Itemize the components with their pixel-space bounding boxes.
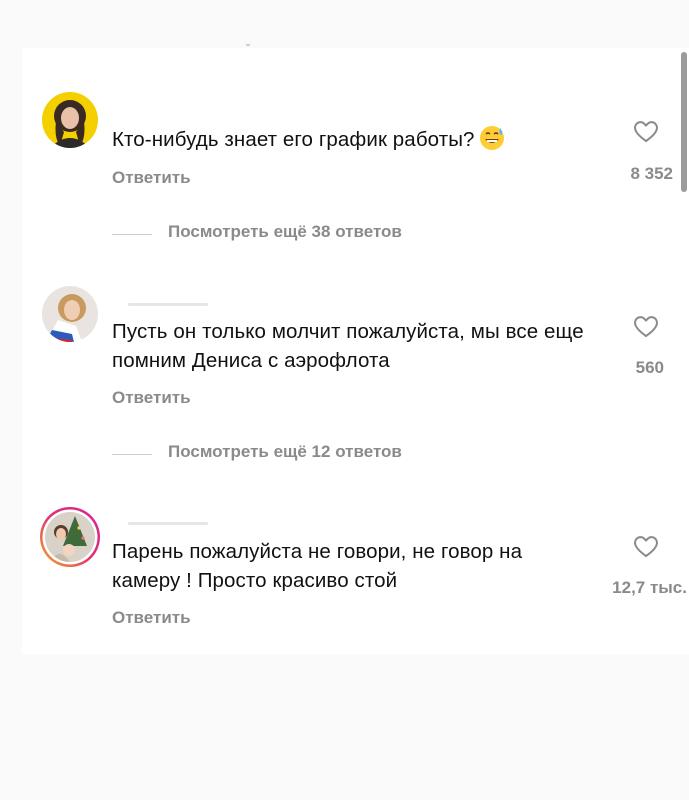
- like-count: 8 352: [630, 164, 673, 183]
- divider-line: [112, 454, 152, 455]
- heart-outline-icon[interactable]: [632, 313, 660, 339]
- scrollbar[interactable]: [681, 52, 687, 192]
- username-placeholder: [128, 303, 208, 306]
- username-placeholder: [128, 522, 208, 525]
- avatar-with-story-ring[interactable]: [39, 506, 101, 568]
- avatar[interactable]: [42, 92, 98, 148]
- view-more-replies-label: Посмотреть ещё 12 ответов: [168, 442, 402, 461]
- like-count: 560: [635, 358, 664, 377]
- reply-button[interactable]: Ответить: [112, 608, 191, 628]
- grinning-sweat-emoji-icon: [479, 125, 505, 151]
- heart-outline-icon[interactable]: [632, 118, 660, 144]
- comment-text: Парень пожалуйста не говори, не говор на…: [112, 540, 523, 592]
- like-count: 12,7 тыс.: [612, 578, 687, 597]
- comment-text: Пусть он только молчит пожалуйста, мы вс…: [112, 320, 584, 372]
- view-more-replies-label: Посмотреть ещё 38 ответов: [168, 222, 402, 241]
- avatar[interactable]: [42, 286, 98, 342]
- reply-button[interactable]: Ответить: [112, 388, 191, 408]
- divider: [246, 44, 250, 46]
- reply-button[interactable]: Ответить: [112, 168, 191, 188]
- comment-text: Кто-нибудь знает его график работы?: [112, 125, 592, 154]
- divider-line: [112, 234, 152, 235]
- heart-outline-icon[interactable]: [632, 533, 660, 559]
